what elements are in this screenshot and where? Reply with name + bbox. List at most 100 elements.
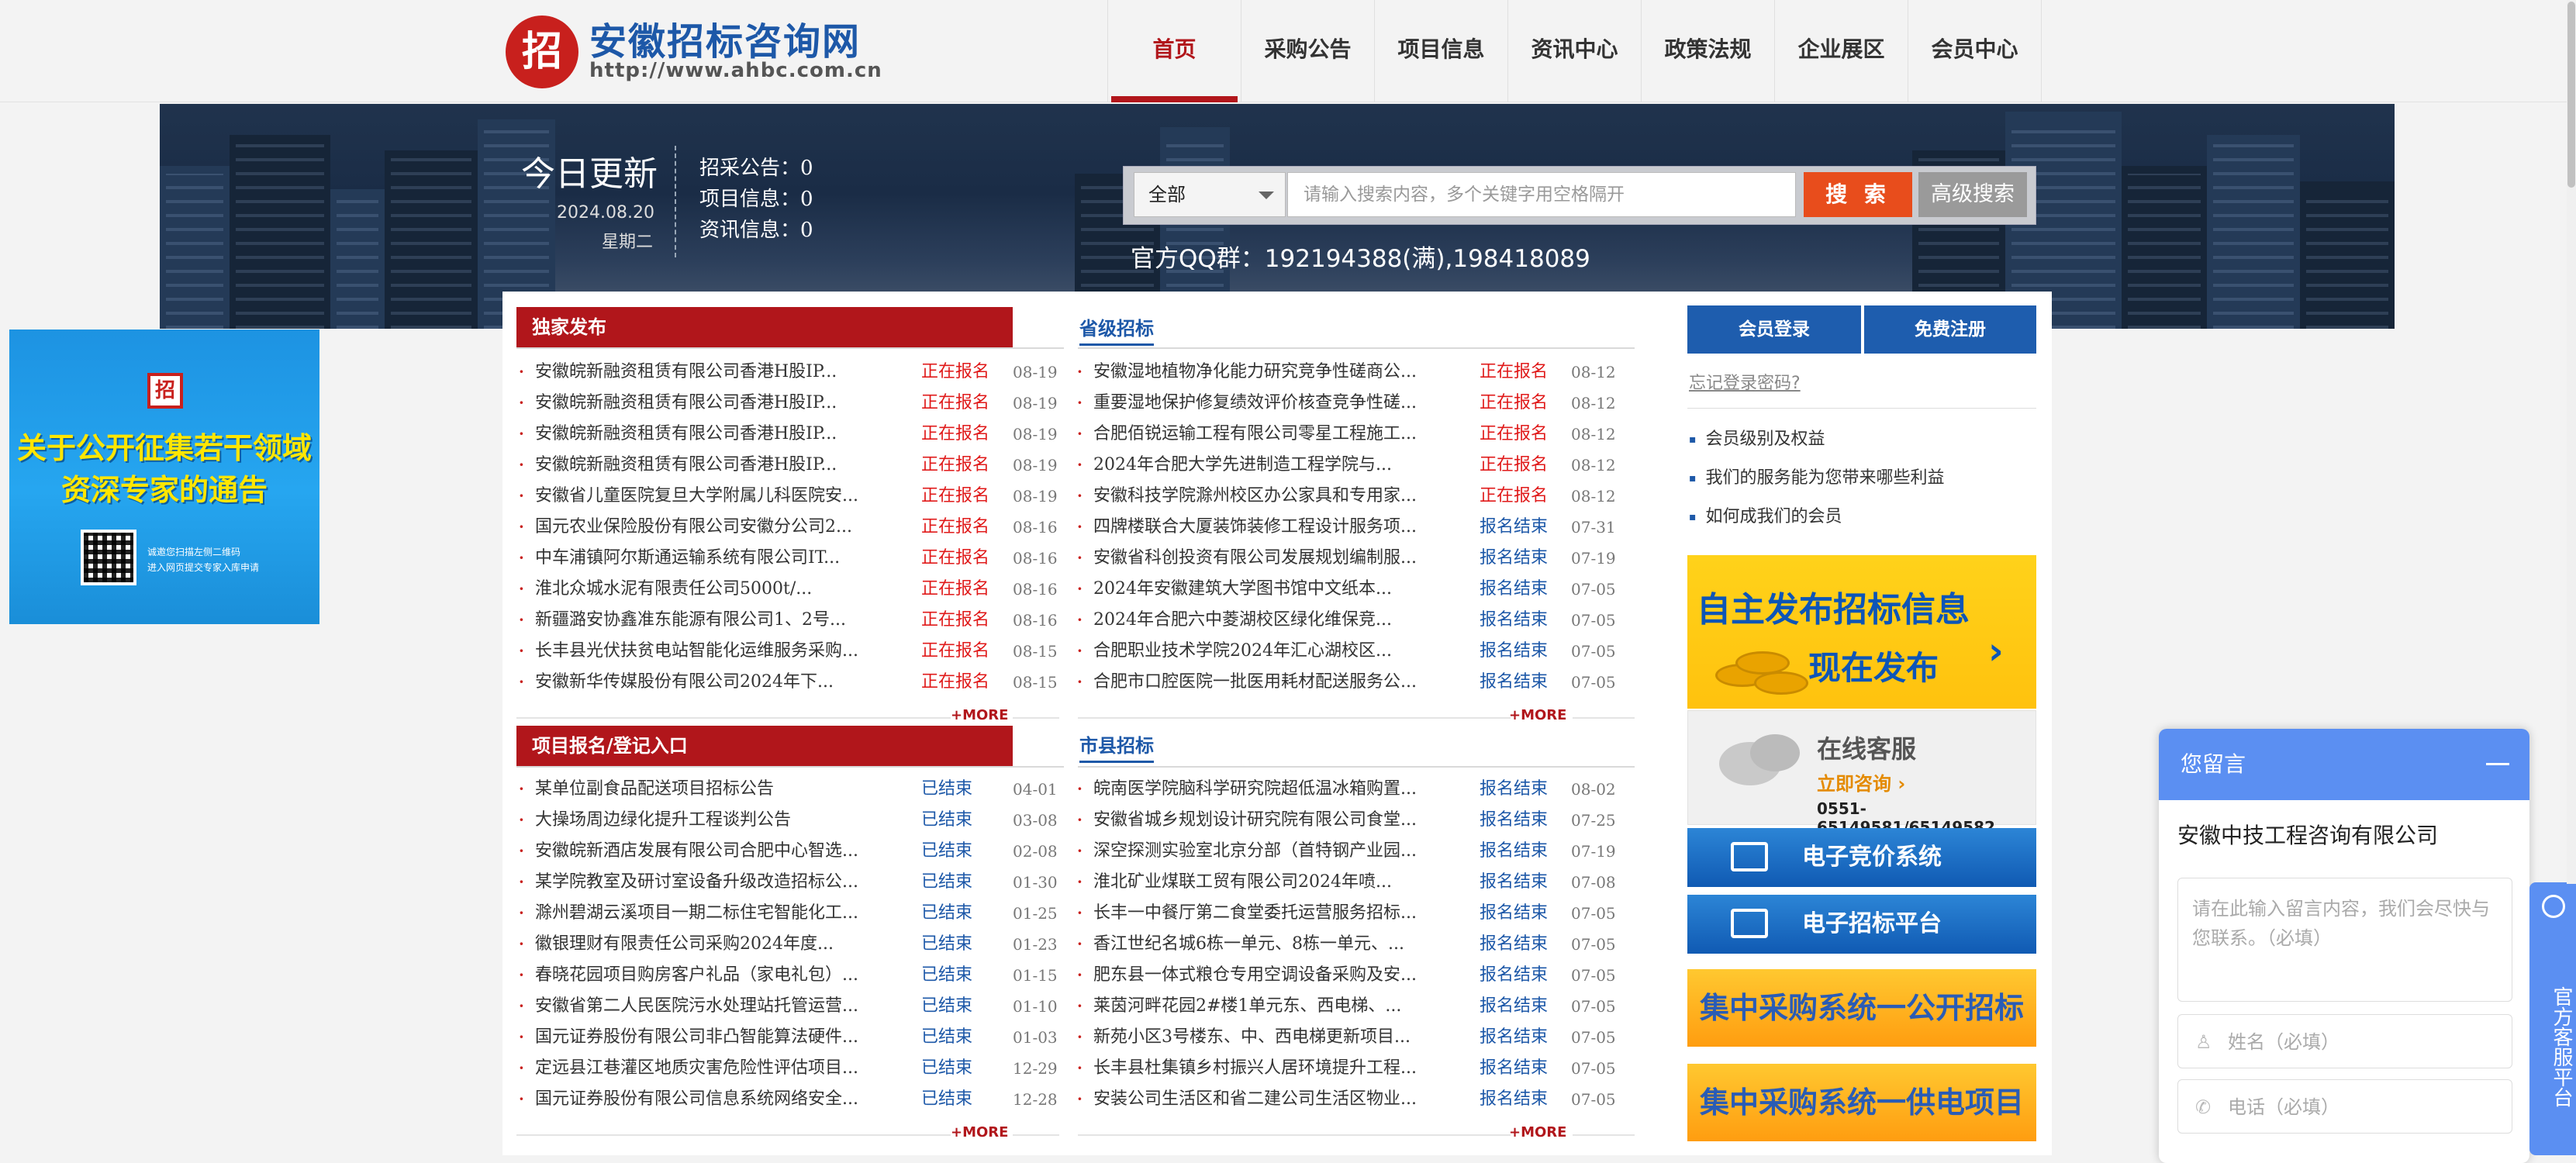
item-title[interactable]: 安徽皖新酒店发展有限公司合肥中心智选... [535,836,858,867]
section-county-title[interactable]: 市县招标 [1079,730,1154,763]
service-benefits-link[interactable]: 我们的服务能为您带来哪些利益 [1689,464,1945,488]
list-item[interactable]: 安徽皖新融资租赁有限公司香港H股IP... 正在报名 08-19 [518,388,1059,419]
nav-news[interactable]: 资讯中心 [1508,0,1642,102]
message-widget-header[interactable]: 您留言 [2159,729,2529,800]
item-title[interactable]: 长丰一中餐厅第二食堂委托运营服务招标... [1093,898,1417,929]
item-title[interactable]: 皖南医学院脑科学研究院超低温冰箱购置... [1093,774,1417,805]
item-title[interactable]: 2024年合肥六中菱湖校区绿化维保竞... [1093,605,1392,636]
item-title[interactable]: 香江世纪名城6栋一单元、8栋一单元、... [1093,929,1404,960]
nav-home[interactable]: 首页 [1108,0,1241,102]
list-item[interactable]: 香江世纪名城6栋一单元、8栋一单元、... 报名结束 07-05 [1076,929,1621,960]
more-link[interactable]: +MORE [951,707,1008,723]
nav-projects[interactable]: 项目信息 [1375,0,1508,102]
item-title[interactable]: 安徽皖新融资租赁有限公司香港H股IP... [535,419,837,450]
list-item[interactable]: 定远县江巷灌区地质灾害危险性评估项目... 已结束 12-29 [518,1053,1059,1084]
item-title[interactable]: 定远县江巷灌区地质灾害危险性评估项目... [535,1053,858,1084]
e-tender-platform-button[interactable]: 电子招标平台 [1687,895,2036,954]
item-title[interactable]: 淮北众城水泥有限责任公司5000t/... [535,574,812,605]
item-title[interactable]: 某单位副食品配送项目招标公告 [535,774,774,805]
search-category-select[interactable]: 全部 [1134,172,1286,217]
list-item[interactable]: 安徽科技学院滁州校区办公家具和专用家... 正在报名 08-12 [1076,481,1621,512]
list-item[interactable]: 安徽湿地植物净化能力研究竞争性磋商公... 正在报名 08-12 [1076,357,1621,388]
list-item[interactable]: 中车浦镇阿尔斯通运输系统有限公司IT... 正在报名 08-16 [518,543,1059,574]
item-title[interactable]: 肥东县一体式粮仓专用空调设备采购及安... [1093,960,1417,991]
free-register-button[interactable]: 免费注册 [1864,305,2036,354]
list-item[interactable]: 长丰一中餐厅第二食堂委托运营服务招标... 报名结束 07-05 [1076,898,1621,929]
item-title[interactable]: 新疆潞安协鑫准东能源有限公司1、2号... [535,605,846,636]
list-item[interactable]: 长丰县光伏扶贫电站智能化运维服务采购... 正在报名 08-15 [518,636,1059,667]
online-service-ad[interactable]: 在线客服 立即咨询 › 0551-65149581/65149582 [1687,710,2036,837]
list-item[interactable]: 安徽新华传媒股份有限公司2024年下... 正在报名 08-15 [518,667,1059,698]
forgot-password-link[interactable]: 忘记登录密码? [1689,369,1801,394]
list-item[interactable]: 安徽皖新融资租赁有限公司香港H股IP... 正在报名 08-19 [518,357,1059,388]
list-item[interactable]: 长丰县杜集镇乡村振兴人居环境提升工程... 报名结束 07-05 [1076,1053,1621,1084]
list-item[interactable]: 合肥佰锐运输工程有限公司零星工程施工... 正在报名 08-12 [1076,419,1621,450]
list-item[interactable]: 莱茵河畔花园2#楼1单元东、西电梯、... 报名结束 07-05 [1076,991,1621,1022]
list-item[interactable]: 安装公司生活区和省二建公司生活区物业... 报名结束 07-05 [1076,1084,1621,1115]
publish-bid-ad[interactable]: 自主发布招标信息 现在发布 › [1687,555,2036,709]
section-exclusive-title[interactable]: 独家发布 [516,307,1013,347]
item-title[interactable]: 国元证券股份有限公司信息系统网络安全... [535,1084,858,1115]
list-item[interactable]: 大操场周边绿化提升工程谈判公告 已结束 03-08 [518,805,1059,836]
logo-icon[interactable]: 招 [506,16,578,88]
member-login-button[interactable]: 会员登录 [1687,305,1861,354]
list-item[interactable]: 安徽皖新酒店发展有限公司合肥中心智选... 已结束 02-08 [518,836,1059,867]
item-title[interactable]: 滁州碧湖云溪项目一期二标住宅智能化工... [535,898,858,929]
list-item[interactable]: 淮北矿业煤联工贸有限公司2024年喷... 报名结束 07-08 [1076,867,1621,898]
list-item[interactable]: 皖南医学院脑科学研究院超低温冰箱购置... 报名结束 08-02 [1076,774,1621,805]
search-input[interactable]: 请输入搜索内容，多个关键字用空格隔开 [1287,172,1796,217]
item-title[interactable]: 新苑小区3号楼东、中、西电梯更新项目... [1093,1022,1411,1053]
name-input[interactable]: ♙ 姓名（必填） [2177,1014,2512,1068]
item-title[interactable]: 安装公司生活区和省二建公司生活区物业... [1093,1084,1417,1115]
section-provincial-title[interactable]: 省级招标 [1079,313,1154,346]
list-item[interactable]: 2024年合肥大学先进制造工程学院与... 正在报名 08-12 [1076,450,1621,481]
list-item[interactable]: 2024年安徽建筑大学图书馆中文纸本... 报名结束 07-05 [1076,574,1621,605]
item-title[interactable]: 安徽湿地植物净化能力研究竞争性磋商公... [1093,357,1417,388]
item-title[interactable]: 某学院教室及研讨室设备升级改造招标公... [535,867,858,898]
list-item[interactable]: 新苑小区3号楼东、中、西电梯更新项目... 报名结束 07-05 [1076,1022,1621,1053]
item-title[interactable]: 长丰县光伏扶贫电站智能化运维服务采购... [535,636,858,667]
item-title[interactable]: 中车浦镇阿尔斯通运输系统有限公司IT... [535,543,840,574]
item-title[interactable]: 安徽新华传媒股份有限公司2024年下... [535,667,834,698]
message-textarea[interactable]: 请在此输入留言内容，我们会尽快与您联系。（必填） [2177,878,2512,1002]
list-item[interactable]: 2024年合肥六中菱湖校区绿化维保竞... 报名结束 07-05 [1076,605,1621,636]
member-benefits-link[interactable]: 会员级别及权益 [1689,425,1825,450]
item-title[interactable]: 合肥职业技术学院2024年汇心湖校区... [1093,636,1392,667]
list-item[interactable]: 国元证券股份有限公司非凸智能算法硬件... 已结束 01-03 [518,1022,1059,1053]
official-service-tab[interactable]: 官方客服平台 [2529,882,2576,1155]
list-item[interactable]: 淮北众城水泥有限责任公司5000t/... 正在报名 08-16 [518,574,1059,605]
more-link[interactable]: +MORE [1509,707,1566,723]
nav-procurement[interactable]: 采购公告 [1241,0,1375,102]
list-item[interactable]: 国元农业保险股份有限公司安徽分公司2... 正在报名 08-16 [518,512,1059,543]
site-title[interactable]: 安徽招标咨询网 [589,11,861,65]
list-item[interactable]: 徽银理财有限责任公司采购2024年度... 已结束 01-23 [518,929,1059,960]
nav-policies[interactable]: 政策法规 [1642,0,1775,102]
list-item[interactable]: 合肥市口腔医院一批医用耗材配送服务公... 报名结束 07-05 [1076,667,1621,698]
list-item[interactable]: 深空探测实验室北京分部（首特钢产业园... 报名结束 07-19 [1076,836,1621,867]
item-title[interactable]: 淮北矿业煤联工贸有限公司2024年喷... [1093,867,1392,898]
list-item[interactable]: 某学院教室及研讨室设备升级改造招标公... 已结束 01-30 [518,867,1059,898]
item-title[interactable]: 安徽省科创投资有限公司发展规划编制服... [1093,543,1417,574]
list-item[interactable]: 安徽皖新融资租赁有限公司香港H股IP... 正在报名 08-19 [518,450,1059,481]
item-title[interactable]: 四牌楼联合大厦装饰装修工程设计服务项... [1093,512,1417,543]
item-title[interactable]: 安徽皖新融资租赁有限公司香港H股IP... [535,388,837,419]
list-item[interactable]: 安徽皖新融资租赁有限公司香港H股IP... 正在报名 08-19 [518,419,1059,450]
list-item[interactable]: 某单位副食品配送项目招标公告 已结束 04-01 [518,774,1059,805]
nav-members[interactable]: 会员中心 [1908,0,2042,102]
list-item[interactable]: 安徽省科创投资有限公司发展规划编制服... 报名结束 07-19 [1076,543,1621,574]
e-bidding-system-button[interactable]: 电子竞价系统 [1687,828,2036,887]
list-item[interactable]: 新疆潞安协鑫准东能源有限公司1、2号... 正在报名 08-16 [518,605,1059,636]
more-link[interactable]: +MORE [951,1124,1008,1141]
item-title[interactable]: 春晓花园项目购房客户礼品（家电礼包）... [535,960,858,991]
item-title[interactable]: 安徽皖新融资租赁有限公司香港H股IP... [535,450,837,481]
phone-input[interactable]: ✆ 电话（必填） [2177,1079,2512,1134]
list-item[interactable]: 肥东县一体式粮仓专用空调设备采购及安... 报名结束 07-05 [1076,960,1621,991]
list-item[interactable]: 安徽省城乡规划设计研究院有限公司食堂... 报名结束 07-25 [1076,805,1621,836]
list-item[interactable]: 合肥职业技术学院2024年汇心湖校区... 报名结束 07-05 [1076,636,1621,667]
item-title[interactable]: 安徽省第二人民医院污水处理站托管运营... [535,991,858,1022]
list-item[interactable]: 重要湿地保护修复绩效评价核查竞争性磋... 正在报名 08-12 [1076,388,1621,419]
section-registration-title[interactable]: 项目报名/登记入口 [516,726,1013,766]
expert-recruitment-ad[interactable]: 招 关于公开征集若干领域 资深专家的通告 诚邀您扫描左侧二维码 进入网页提交专家… [9,330,319,624]
more-link[interactable]: +MORE [1509,1124,1566,1141]
list-item[interactable]: 安徽省第二人民医院污水处理站托管运营... 已结束 01-10 [518,991,1059,1022]
